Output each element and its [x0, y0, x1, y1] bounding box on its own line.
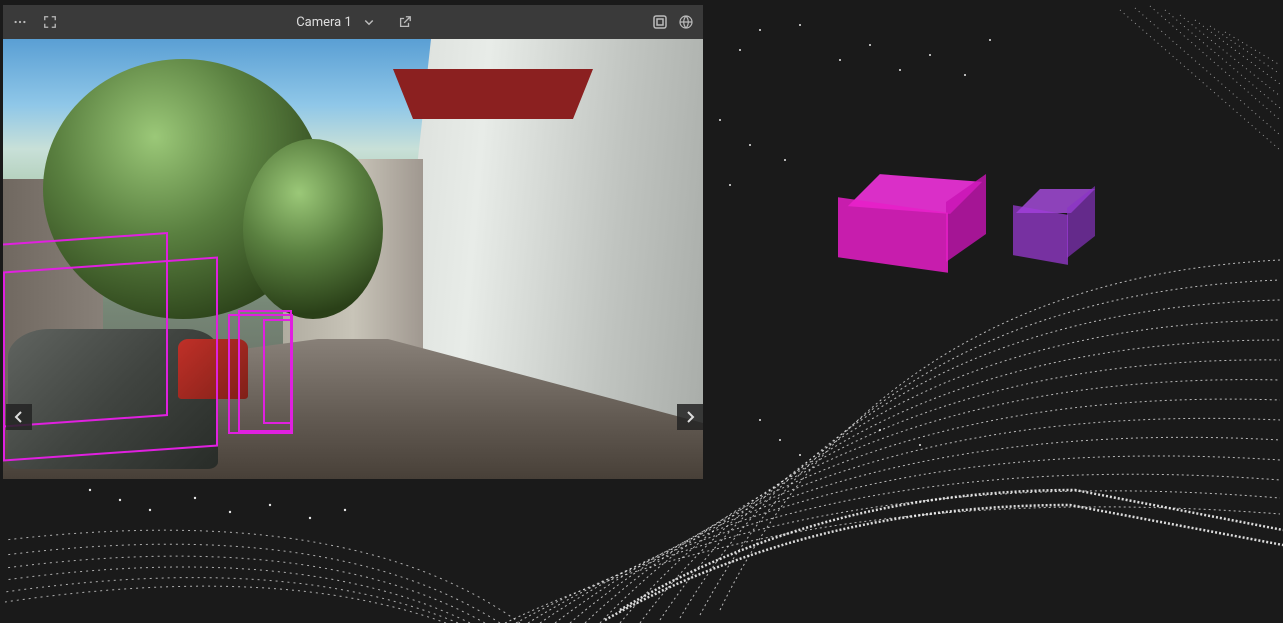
square-overlay-icon[interactable] — [651, 13, 669, 31]
more-icon[interactable] — [11, 13, 29, 31]
prev-frame-button[interactable] — [6, 404, 32, 430]
cuboid-detection-vehicle[interactable] — [838, 180, 983, 270]
camera-title: Camera 1 — [296, 15, 352, 30]
scene-awning — [393, 69, 593, 119]
globe-settings-icon[interactable] — [677, 13, 695, 31]
camera-panel-header: Camera 1 — [3, 5, 703, 39]
chevron-down-icon[interactable] — [360, 13, 378, 31]
expand-icon[interactable] — [41, 13, 59, 31]
scene-vehicle — [178, 339, 248, 399]
next-frame-button[interactable] — [677, 404, 703, 430]
external-link-icon[interactable] — [396, 13, 414, 31]
scene-tree — [243, 139, 383, 319]
camera-panel: Camera 1 — [3, 5, 703, 479]
camera-image-view[interactable] — [3, 39, 703, 479]
cuboid-detection-object[interactable] — [1013, 192, 1093, 262]
